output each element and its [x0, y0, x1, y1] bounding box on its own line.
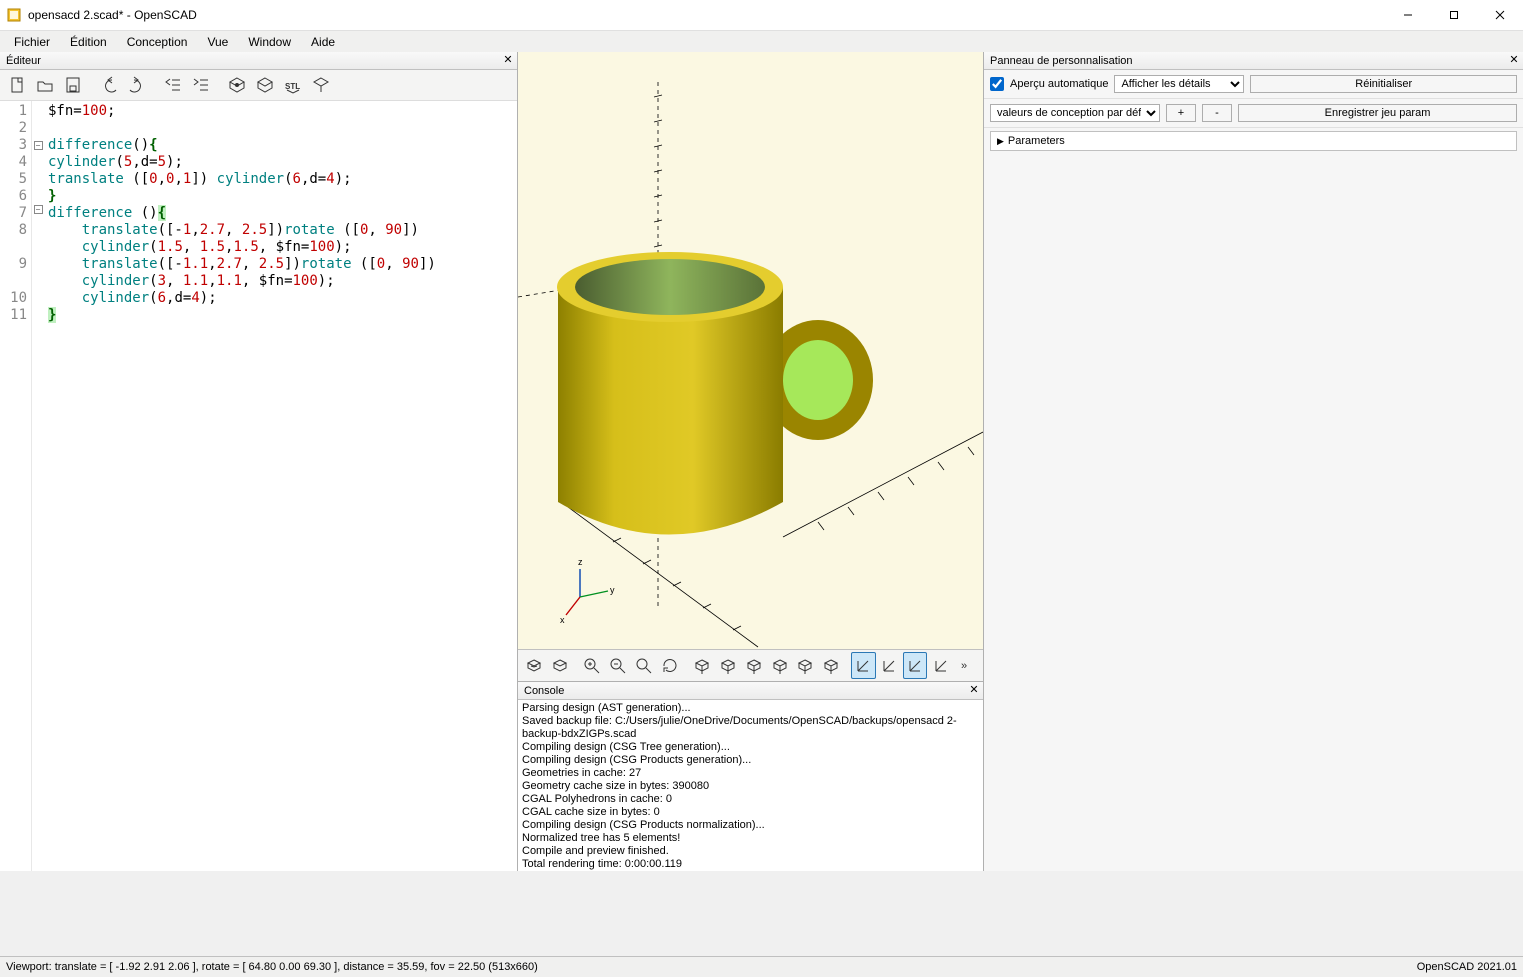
preview-button[interactable] — [224, 72, 250, 98]
indent-button[interactable] — [188, 72, 214, 98]
menu-édition[interactable]: Édition — [60, 32, 117, 52]
detail-select[interactable]: Afficher les détails — [1114, 75, 1244, 93]
remove-preset-button[interactable]: - — [1202, 104, 1232, 122]
top-button[interactable] — [716, 652, 741, 679]
viewport-3d[interactable]: z y x — [518, 52, 983, 649]
console-line: Parsing design (AST generation)... — [522, 702, 979, 715]
left-button[interactable] — [767, 652, 792, 679]
save-preset-button[interactable]: Enregistrer jeu param — [1238, 104, 1517, 122]
console-line: Compile and preview finished. — [522, 845, 979, 858]
console-header-label: Console — [524, 685, 564, 697]
console-line: Geometries in cache: 27 — [522, 767, 979, 780]
wireframe-button[interactable] — [928, 652, 953, 679]
parameters-label: Parameters — [1008, 135, 1065, 147]
preset-select[interactable]: valeurs de conception par défaut — [990, 104, 1160, 122]
zoom-out-button[interactable] — [606, 652, 631, 679]
svg-text:x: x — [560, 615, 565, 625]
ortho-button[interactable] — [877, 652, 902, 679]
render-button[interactable] — [548, 652, 573, 679]
surface-button[interactable] — [903, 652, 928, 679]
reset-button[interactable]: Réinitialiser — [1250, 75, 1517, 93]
console-output[interactable]: Parsing design (AST generation)...Saved … — [518, 700, 983, 871]
print-button[interactable] — [308, 72, 334, 98]
zoom-in-button[interactable] — [580, 652, 605, 679]
customizer-pane: Panneau de personnalisation ✕ Aperçu aut… — [983, 52, 1523, 871]
editor-close-icon[interactable]: ✕ — [501, 53, 515, 67]
preview-button[interactable] — [522, 652, 547, 679]
code-editor[interactable]: 12345678 9 1011 − − $fn=100; difference(… — [0, 101, 517, 871]
menu-window[interactable]: Window — [238, 32, 301, 52]
menubar: FichierÉditionConceptionVueWindowAide — [0, 30, 1523, 52]
editor-header-label: Éditeur — [6, 55, 41, 67]
console-line: Compiling design (CSG Products generatio… — [522, 754, 979, 767]
minimize-button[interactable] — [1385, 0, 1431, 30]
save-button[interactable] — [60, 72, 86, 98]
render-button[interactable] — [252, 72, 278, 98]
view-toolbar: » — [518, 649, 983, 681]
right-button[interactable] — [690, 652, 715, 679]
customizer-row1: Aperçu automatique Afficher les détails … — [984, 70, 1523, 99]
customizer-header: Panneau de personnalisation ✕ — [984, 52, 1523, 70]
svg-text:z: z — [578, 557, 583, 567]
front-button[interactable] — [793, 652, 818, 679]
line-gutter: 12345678 9 1011 — [0, 101, 32, 871]
customizer-row2: valeurs de conception par défaut + - Enr… — [984, 99, 1523, 128]
menu-vue[interactable]: Vue — [197, 32, 238, 52]
console-close-icon[interactable]: ✕ — [967, 683, 981, 697]
statusbar: Viewport: translate = [ -1.92 2.91 2.06 … — [0, 956, 1523, 977]
console-line: Saved backup file: C:/Users/julie/OneDri… — [522, 715, 979, 741]
auto-preview-label: Aperçu automatique — [1010, 78, 1108, 90]
editor-pane: Éditeur ✕ STL 12345678 9 1011 − − $fn=10… — [0, 52, 518, 871]
bottom-button[interactable] — [741, 652, 766, 679]
undo-button[interactable] — [96, 72, 122, 98]
close-button[interactable] — [1477, 0, 1523, 30]
menu-aide[interactable]: Aide — [301, 32, 345, 52]
editor-toolbar: STL — [0, 70, 517, 101]
svg-text:»: » — [961, 660, 967, 672]
maximize-button[interactable] — [1431, 0, 1477, 30]
console-line: Compiling design (CSG Tree generation)..… — [522, 741, 979, 754]
reset-view-button[interactable] — [657, 652, 682, 679]
console-line: CGAL cache size in bytes: 0 — [522, 806, 979, 819]
status-version: OpenSCAD 2021.01 — [1417, 961, 1517, 973]
menu-conception[interactable]: Conception — [117, 32, 198, 52]
add-preset-button[interactable]: + — [1166, 104, 1196, 122]
console-line: Compiling design (CSG Products normaliza… — [522, 819, 979, 832]
editor-header: Éditeur ✕ — [0, 52, 517, 70]
parameters-section[interactable]: ▶ Parameters — [990, 131, 1517, 151]
stl-button[interactable]: STL — [280, 72, 306, 98]
chevron-right-icon: ▶ — [997, 136, 1004, 147]
fold-column[interactable]: − − — [32, 101, 44, 871]
menu-fichier[interactable]: Fichier — [4, 32, 60, 52]
perspective-button[interactable] — [851, 652, 876, 679]
window-title: opensacd 2.scad* - OpenSCAD — [28, 8, 1385, 22]
console-line: Total rendering time: 0:00:00.119 — [522, 858, 979, 871]
unindent-button[interactable] — [160, 72, 186, 98]
auto-preview-checkbox[interactable] — [990, 77, 1004, 91]
app-icon — [6, 7, 22, 23]
console-header: Console ✕ — [518, 682, 983, 700]
back-button[interactable] — [819, 652, 844, 679]
titlebar: opensacd 2.scad* - OpenSCAD — [0, 0, 1523, 30]
customizer-header-label: Panneau de personnalisation — [990, 55, 1133, 67]
console-line: Normalized tree has 5 elements! — [522, 832, 979, 845]
center-pane: z y x » Console ✕ Parsing design (AST ge… — [518, 52, 983, 871]
more-button[interactable]: » — [954, 652, 979, 679]
svg-text:y: y — [610, 585, 615, 595]
open-button[interactable] — [32, 72, 58, 98]
console-line: CGAL Polyhedrons in cache: 0 — [522, 793, 979, 806]
code-lines[interactable]: $fn=100; difference(){ cylinder(5,d=5); … — [44, 101, 517, 871]
zoom-fit-button[interactable] — [632, 652, 657, 679]
console-pane: Console ✕ Parsing design (AST generation… — [518, 681, 983, 871]
status-viewport: Viewport: translate = [ -1.92 2.91 2.06 … — [6, 961, 538, 973]
customizer-close-icon[interactable]: ✕ — [1507, 53, 1521, 67]
console-line: Geometry cache size in bytes: 390080 — [522, 780, 979, 793]
new-button[interactable] — [4, 72, 30, 98]
redo-button[interactable] — [124, 72, 150, 98]
